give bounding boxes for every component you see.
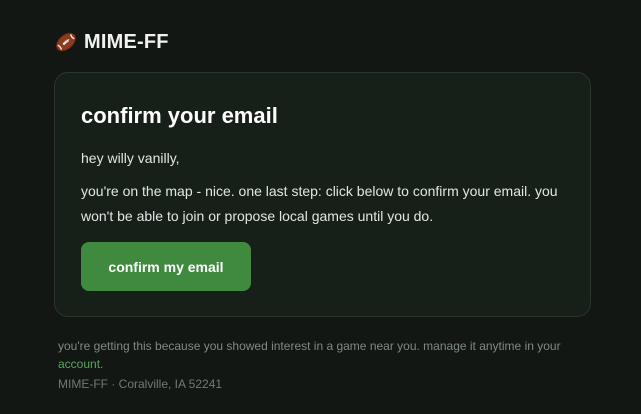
body-text: you're on the map - nice. one last step:… <box>81 183 558 224</box>
confirm-email-button[interactable]: confirm my email <box>81 242 251 291</box>
account-link[interactable]: account <box>58 357 100 371</box>
greeting-text: hey willy vanilly, <box>81 150 180 166</box>
confirm-email-card: confirm your email hey willy vanilly, yo… <box>54 72 591 317</box>
brand-header: MIME-FF <box>54 29 169 55</box>
brand-name: MIME-FF <box>84 30 169 53</box>
football-icon <box>54 30 78 54</box>
footer-address: MIME-FF · Coralville, IA 52241 <box>58 377 223 391</box>
card-title: confirm your email <box>81 103 278 128</box>
footer-notice-prefix: you're getting this because you showed i… <box>58 339 561 353</box>
footer-notice: you're getting this because you showed i… <box>58 337 578 373</box>
footer: you're getting this because you showed i… <box>58 337 578 393</box>
footer-notice-suffix: . <box>100 357 104 371</box>
